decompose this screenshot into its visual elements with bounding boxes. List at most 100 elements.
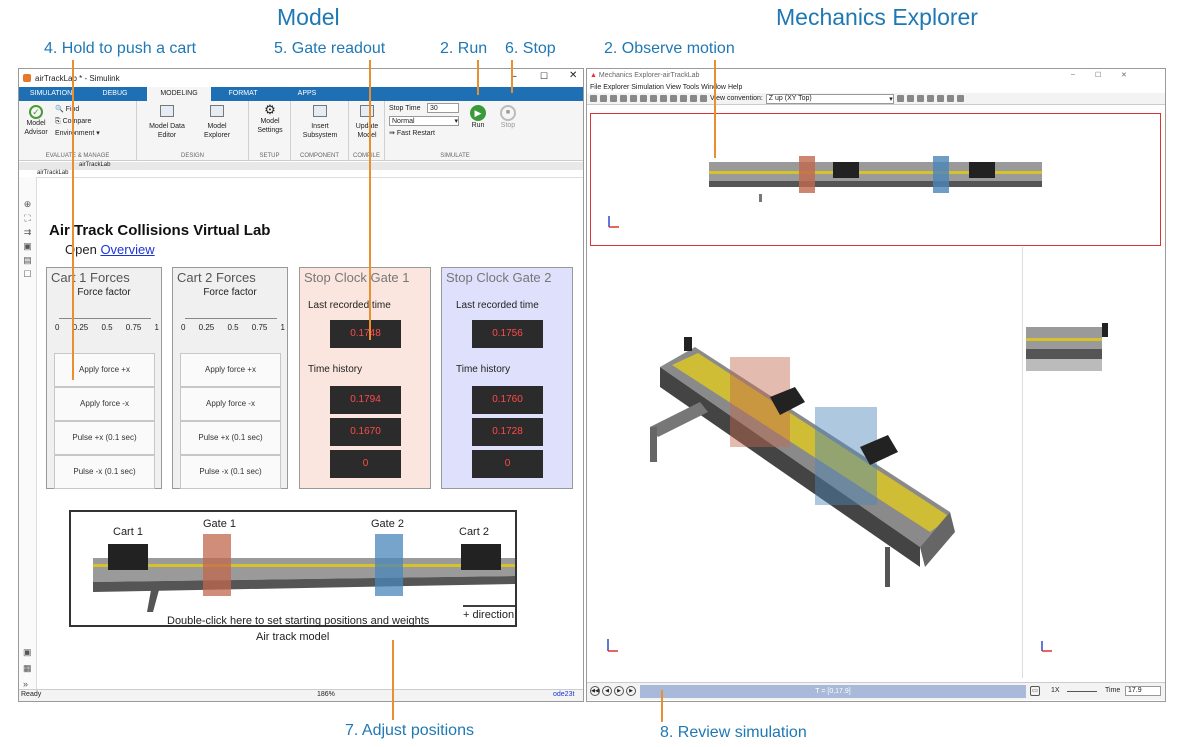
toolbar-icon[interactable] (936, 95, 944, 102)
iso-view-pane[interactable] (590, 247, 1023, 678)
mode-select[interactable]: Normal ▾ (389, 116, 459, 126)
model-label-gate2: Gate 2 (371, 518, 405, 530)
status-ready: Ready (21, 691, 42, 698)
zoom-icon[interactable]: ⊕ (19, 197, 36, 211)
menu-file[interactable]: File (590, 84, 601, 91)
toolbar-icon[interactable] (590, 95, 597, 102)
menu-tools[interactable]: Tools (683, 84, 699, 91)
toolbar-icon[interactable] (630, 95, 637, 102)
toolbar-icon[interactable] (670, 95, 677, 102)
model-advisor-button[interactable]: ✓ Model Advisor (21, 105, 51, 137)
me-close-button[interactable]: ✕ (1121, 71, 1127, 79)
fit-icon[interactable]: ⛶ (19, 211, 36, 225)
expand-icon[interactable]: » (23, 679, 28, 689)
cart2-force-slider[interactable] (185, 315, 277, 319)
camera-icon[interactable]: ▣ (23, 647, 32, 658)
model-settings-button[interactable]: ⚙ Model Settings (251, 102, 289, 135)
callout-line-4 (72, 60, 74, 380)
toolbar-icon[interactable] (660, 95, 667, 102)
toolbar-icon[interactable] (690, 95, 697, 102)
callout-stop: 6. Stop (505, 40, 556, 57)
me-maximize-button[interactable]: ☐ (1095, 71, 1101, 79)
toolbar-icon[interactable] (896, 95, 904, 102)
maximize-button[interactable]: ☐ (540, 71, 548, 82)
toolbar-icon[interactable] (916, 95, 924, 102)
list-icon[interactable]: ▦ (23, 663, 32, 674)
model-data-editor-button[interactable]: Model Data Editor (145, 105, 189, 140)
record-icon[interactable]: ▭ (1030, 686, 1040, 696)
toolbar-icon[interactable] (610, 95, 617, 102)
air-track-model-block[interactable]: Cart 1 Gate 1 Gate 2 Cart 2 + direction … (69, 510, 517, 627)
tab-format[interactable]: FORMAT (211, 87, 275, 101)
toolbar-icon[interactable] (906, 95, 914, 102)
callout-run: 2. Run (440, 40, 488, 57)
callout-line-stop (511, 60, 513, 93)
environment-button[interactable]: Environment ▾ (55, 129, 100, 138)
open-overview: Open Overview (65, 242, 155, 257)
menu-explorer[interactable]: Explorer (603, 84, 629, 91)
close-button[interactable]: ✕ (569, 70, 577, 81)
image-icon[interactable]: ▣ (19, 239, 36, 253)
cart1-apply-force-minus-button[interactable]: Apply force -x (54, 387, 155, 421)
canvas: ⊕ ⛶ ⇉ ▣ ▤ ☐ Air Track Collisions Virtual… (19, 177, 583, 689)
gate2-title: Stop Clock Gate 2 (446, 270, 552, 285)
gear-icon: ⚙ (264, 102, 276, 117)
search-icon: 🔍 (55, 106, 64, 113)
cart2-pulse-minus-button[interactable]: Pulse -x (0.1 sec) (180, 455, 281, 489)
simulink-titlebar: airTrackLab * - Simulink – ☐ ✕ (19, 69, 583, 87)
menu-simulation[interactable]: Simulation (631, 84, 664, 91)
arrow-icon[interactable]: ⇉ (19, 225, 36, 239)
find-button[interactable]: 🔍 Find (55, 105, 79, 114)
tab-debug[interactable]: DEBUG (83, 87, 147, 101)
cart2-pulse-plus-button[interactable]: Pulse +x (0.1 sec) (180, 421, 281, 455)
header-model: Model (277, 4, 340, 30)
toolbar-icon[interactable] (640, 95, 647, 102)
cart1-apply-force-plus-button[interactable]: Apply force +x (54, 353, 155, 387)
group-label-compile: COMPILE (352, 153, 380, 159)
cart2-apply-force-minus-button[interactable]: Apply force -x (180, 387, 281, 421)
status-solver[interactable]: ode23t (553, 691, 574, 698)
toolbar-icon[interactable] (620, 95, 627, 102)
breadcrumb-tab[interactable]: airTrackLab (19, 162, 583, 170)
callout-line-7 (392, 640, 394, 720)
step-back-icon[interactable]: ◀ (602, 686, 612, 696)
side-view-pane[interactable] (1024, 247, 1164, 678)
play-icon[interactable]: ▶ (614, 686, 624, 696)
speed-slider[interactable] (1067, 691, 1097, 692)
toolbar-icon[interactable] (650, 95, 657, 102)
me-minimize-button[interactable]: – (1071, 71, 1075, 78)
stop-time-input[interactable]: 30 (427, 103, 459, 113)
view-convention-select[interactable]: Z up (XY Top) ▾ (765, 93, 894, 104)
ribbon: ✓Model Advisor 🔍 Find ⎘ Compare Environm… (19, 101, 583, 161)
rewind-icon[interactable]: ◀◀ (590, 686, 600, 696)
step-forward-icon[interactable]: ▶ (626, 686, 636, 696)
toolbar-icon[interactable] (926, 95, 934, 102)
cart2-apply-force-plus-button[interactable]: Apply force +x (180, 353, 281, 387)
insert-subsystem-button[interactable]: Insert Subsystem (295, 105, 345, 140)
top-view-pane[interactable] (590, 113, 1161, 246)
annotation-icon[interactable]: ▤ (19, 253, 36, 267)
update-model-button[interactable]: Update Model (351, 105, 383, 140)
fast-restart-toggle[interactable]: ⇛ Fast Restart (389, 129, 435, 138)
toolbar-icon[interactable] (956, 95, 964, 102)
toolbar-icon[interactable] (680, 95, 687, 102)
stop-button[interactable]: ■ Stop (495, 105, 521, 130)
tab-modeling[interactable]: MODELING (147, 87, 211, 101)
cart1-pulse-plus-button[interactable]: Pulse +x (0.1 sec) (54, 421, 155, 455)
model-explorer-button[interactable]: Model Explorer (195, 105, 239, 140)
toolbar-icon[interactable] (600, 95, 607, 102)
tab-apps[interactable]: APPS (275, 87, 339, 101)
overview-link[interactable]: Overview (100, 242, 154, 257)
box-icon[interactable]: ☐ (19, 267, 36, 281)
cart2-factor-label: Force factor (203, 287, 257, 298)
cart1-pulse-minus-button[interactable]: Pulse -x (0.1 sec) (54, 455, 155, 489)
header-mechanics-explorer: Mechanics Explorer (776, 4, 978, 30)
time-input[interactable]: 17.9 (1125, 686, 1161, 696)
model-caption: Air track model (256, 631, 330, 643)
toolbar-icon[interactable] (700, 95, 707, 102)
run-button[interactable]: ▶ Run (465, 105, 491, 130)
menu-view[interactable]: View (666, 84, 681, 91)
toolbar-icon[interactable] (946, 95, 954, 102)
menu-help[interactable]: Help (728, 84, 742, 91)
time-scrubber[interactable]: T = [0,17.9] (640, 685, 1026, 698)
